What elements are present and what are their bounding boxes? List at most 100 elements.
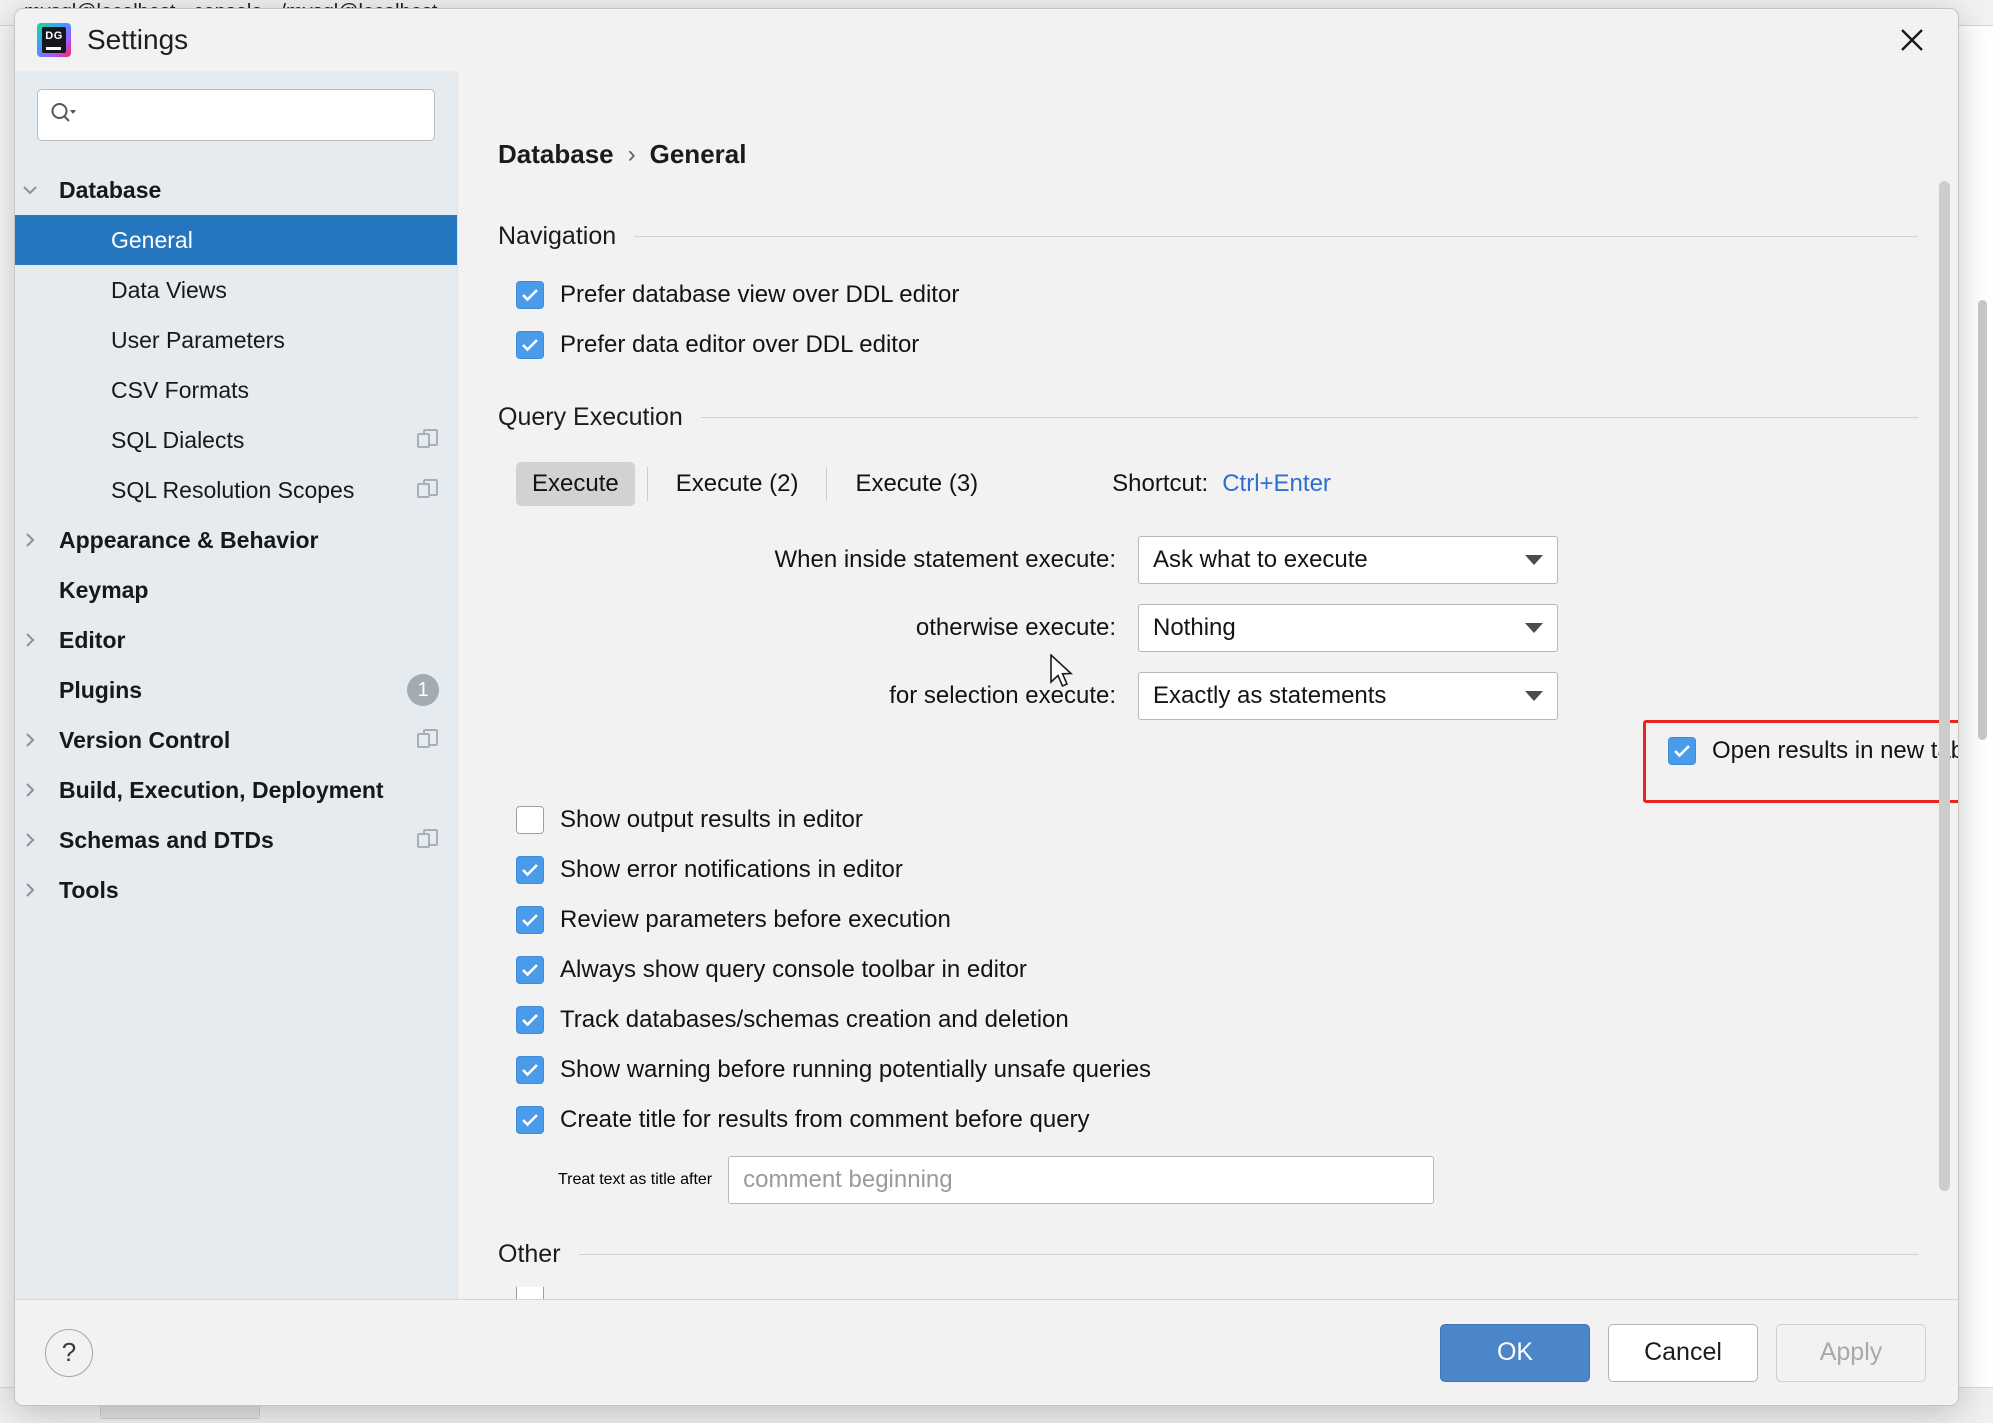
chevron-right-icon: › — [627, 140, 636, 168]
sidebar-item-database[interactable]: Database — [15, 165, 457, 215]
treat-text-as-title-input[interactable] — [728, 1156, 1435, 1204]
checkbox-label: Show warning before running potentially … — [560, 1056, 1152, 1083]
checkbox-open-results-in-new-tab[interactable]: Open results in new tab — [1668, 737, 1958, 765]
content-vertical-scrollbar[interactable] — [1939, 181, 1950, 1191]
search-icon — [50, 102, 76, 129]
copy-settings-icon[interactable] — [417, 429, 439, 451]
sidebar-item-editor[interactable]: Editor — [15, 615, 457, 665]
sidebar-item-build-execution-deployment[interactable]: Build, Execution, Deployment — [15, 765, 457, 815]
chevron-down-icon[interactable] — [15, 181, 45, 199]
chevron-right-icon[interactable] — [15, 881, 45, 899]
checkbox-label: Prefer database view over DDL editor — [560, 281, 960, 308]
section-header-other: Other — [498, 1240, 1918, 1269]
sidebar-item-appearance-behavior[interactable]: Appearance & Behavior — [15, 515, 457, 565]
query-execution-checkbox-list: Show output results in editor Show error … — [498, 806, 1918, 1134]
breadcrumb-root[interactable]: Database — [498, 139, 614, 170]
sidebar-item-plugins[interactable]: Plugins 1 — [15, 665, 457, 715]
section-divider — [578, 1254, 1918, 1255]
close-icon[interactable] — [1890, 18, 1934, 62]
checkbox-prefer-database-view[interactable]: Prefer database view over DDL editor — [516, 281, 1918, 309]
checkbox-icon[interactable] — [516, 1006, 544, 1034]
checkbox-icon[interactable] — [516, 1106, 544, 1134]
checkbox-always-show-query-console-toolbar-in-editor[interactable]: Always show query console toolbar in edi… — [516, 956, 1918, 984]
dropdown-row-otherwise: otherwise execute: Nothing — [498, 604, 1918, 652]
shortcut-value[interactable]: Ctrl+Enter — [1222, 470, 1331, 498]
checkbox-icon[interactable] — [516, 856, 544, 884]
section-title: Other — [498, 1240, 561, 1268]
sidebar-item-label: General — [111, 226, 193, 253]
section-divider — [700, 417, 1918, 418]
partially-visible-checkbox-row[interactable] — [516, 1287, 544, 1299]
checkbox-icon[interactable] — [516, 281, 544, 309]
sidebar-item-schemas-and-dtds[interactable]: Schemas and DTDs — [15, 815, 457, 865]
dialog-title: Settings — [87, 24, 189, 55]
datagrip-logo-icon: DG — [37, 23, 71, 57]
checkbox-show-warning-before-running-potentially-unsafe-queries[interactable]: Show warning before running potentially … — [516, 1056, 1918, 1084]
sidebar-item-version-control[interactable]: Version Control — [15, 715, 457, 765]
highlight-open-results-in-new-tab: Open results in new tab — [1643, 720, 1958, 803]
tab-execute-3[interactable]: Execute (3) — [839, 462, 994, 506]
settings-tree: Database General Data Views User Parameters… — [15, 163, 457, 1299]
ide-vertical-scrollbar[interactable] — [1978, 300, 1987, 740]
checkbox-icon[interactable] — [516, 956, 544, 984]
section-header-query-execution: Query Execution — [498, 403, 1918, 432]
select-when-inside-statement-execute[interactable]: Ask what to execute — [1138, 536, 1558, 584]
search-box[interactable] — [37, 89, 435, 141]
checkbox-icon[interactable] — [1668, 737, 1696, 765]
checkbox-show-error-notifications-in-editor[interactable]: Show error notifications in editor — [516, 856, 1918, 884]
dropdown-label: When inside statement execute: — [774, 546, 1116, 573]
checkbox-show-output-results-in-editor[interactable]: Show output results in editor — [516, 806, 1918, 834]
sidebar-item-label: Tools — [59, 876, 119, 903]
checkbox-icon[interactable] — [516, 1056, 544, 1084]
dropdown-row-inside-statement: When inside statement execute: Ask what … — [498, 536, 1918, 584]
section-title: Navigation — [498, 222, 617, 250]
sidebar-item-csv-formats[interactable]: CSV Formats — [15, 365, 457, 415]
checkbox-label: Always show query console toolbar in edi… — [560, 956, 1027, 983]
sidebar-item-sql-resolution-scopes[interactable]: SQL Resolution Scopes — [15, 465, 457, 515]
sidebar-item-label: Keymap — [59, 576, 149, 603]
chevron-right-icon[interactable] — [15, 731, 45, 749]
sidebar-item-label: Editor — [59, 626, 126, 653]
sidebar-item-user-parameters[interactable]: User Parameters — [15, 315, 457, 365]
copy-settings-icon[interactable] — [417, 479, 439, 501]
sidebar-item-data-views[interactable]: Data Views — [15, 265, 457, 315]
chevron-right-icon[interactable] — [15, 531, 45, 549]
checkbox-icon[interactable] — [516, 1287, 544, 1299]
sidebar-item-label: SQL Resolution Scopes — [111, 476, 355, 503]
select-for-selection-execute[interactable]: Exactly as statements — [1138, 672, 1558, 720]
sidebar-item-sql-dialects[interactable]: SQL Dialects — [15, 415, 457, 465]
chevron-right-icon[interactable] — [15, 631, 45, 649]
copy-settings-icon[interactable] — [417, 829, 439, 851]
copy-settings-icon[interactable] — [417, 729, 439, 751]
search-input[interactable] — [82, 102, 422, 128]
section-divider — [634, 236, 1918, 237]
sidebar-item-tools[interactable]: Tools — [15, 865, 457, 915]
checkbox-track-databases-schemas-creation-and-deletion[interactable]: Track databases/schemas creation and del… — [516, 1006, 1918, 1034]
sidebar-item-general[interactable]: General — [15, 215, 457, 265]
help-icon[interactable]: ? — [45, 1328, 93, 1377]
cancel-button[interactable]: Cancel — [1608, 1323, 1758, 1382]
tab-execute-1[interactable]: Execute — [516, 462, 635, 506]
sidebar-item-label: Build, Execution, Deployment — [59, 776, 384, 803]
ok-button[interactable]: OK — [1440, 1323, 1590, 1382]
search-container — [15, 71, 457, 163]
checkbox-create-title-for-results-from-comment-before-query[interactable]: Create title for results from comment be… — [516, 1106, 1918, 1134]
sidebar-item-keymap[interactable]: Keymap — [15, 565, 457, 615]
checkbox-review-parameters-before-execution[interactable]: Review parameters before execution — [516, 906, 1918, 934]
checkbox-icon[interactable] — [516, 806, 544, 834]
checkbox-icon[interactable] — [516, 906, 544, 934]
checkbox-label: Prefer data editor over DDL editor — [560, 331, 920, 358]
chevron-down-icon — [1525, 623, 1543, 633]
sidebar-item-label: SQL Dialects — [111, 426, 245, 453]
execute-tabs: Execute Execute (2) Execute (3) Shortcut… — [516, 462, 1918, 506]
tab-execute-2[interactable]: Execute (2) — [660, 462, 815, 506]
shortcut-label: Shortcut: — [1112, 470, 1209, 497]
checkbox-prefer-data-editor[interactable]: Prefer data editor over DDL editor — [516, 331, 1918, 359]
select-value: Ask what to execute — [1153, 546, 1368, 573]
chevron-right-icon[interactable] — [15, 831, 45, 849]
checkbox-icon[interactable] — [516, 331, 544, 359]
chevron-right-icon[interactable] — [15, 781, 45, 799]
checkbox-label: Track databases/schemas creation and del… — [560, 1006, 1069, 1033]
apply-button: Apply — [1776, 1323, 1926, 1382]
select-otherwise-execute[interactable]: Nothing — [1138, 604, 1558, 652]
